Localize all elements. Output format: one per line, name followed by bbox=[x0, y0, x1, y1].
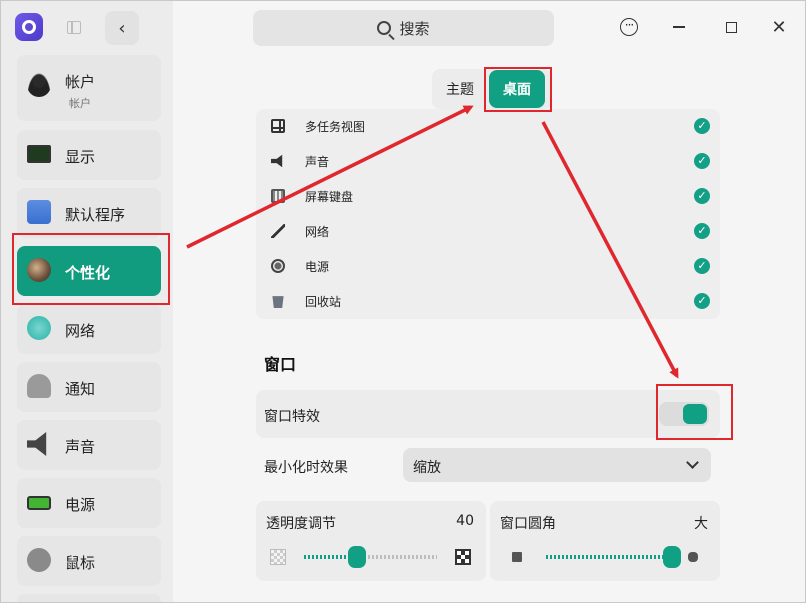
list-item-label: 屏幕键盘 bbox=[305, 190, 354, 204]
list-item-label: 声音 bbox=[305, 155, 330, 169]
list-item-label: 多任务视图 bbox=[305, 120, 366, 134]
list-item[interactable]: 声音 ✓ bbox=[256, 144, 720, 179]
list-item[interactable]: 回收站 ✓ bbox=[256, 284, 720, 319]
power-icon bbox=[271, 259, 285, 273]
check-icon[interactable]: ✓ bbox=[694, 153, 710, 169]
minimize-button[interactable] bbox=[667, 15, 691, 39]
sidebar-item-label: 显示 bbox=[65, 148, 96, 166]
search-bar[interactable]: 搜索 bbox=[253, 10, 554, 46]
sidebar-item-sound[interactable]: 声音 bbox=[17, 420, 161, 470]
section-title-window: 窗口 bbox=[264, 355, 297, 374]
trash-icon bbox=[272, 296, 284, 308]
round-corner-icon bbox=[688, 552, 698, 562]
sidebar-item-label: 声音 bbox=[65, 438, 96, 456]
minimize-effect-select[interactable]: 缩放 bbox=[403, 448, 711, 482]
tab-bar: 主题 桌面 bbox=[432, 69, 552, 109]
list-item[interactable]: 屏幕键盘 ✓ bbox=[256, 179, 720, 214]
sidebar-item-label: 网络 bbox=[65, 322, 96, 340]
opacity-slider-track[interactable] bbox=[304, 555, 437, 559]
sidebar-item-personalization[interactable]: 个性化 bbox=[17, 246, 161, 296]
speaker-icon bbox=[271, 154, 283, 168]
sidebar-item-default-apps[interactable]: 默认程序 bbox=[17, 188, 161, 238]
check-icon[interactable]: ✓ bbox=[694, 293, 710, 309]
sidebar-item-next[interactable] bbox=[17, 594, 161, 602]
settings-window: ‹ 帐户 帐户 显示 默认程序 个性化 网络 通知 声音 电源 鼠标 搜索 ··… bbox=[0, 0, 806, 603]
list-item-label: 回收站 bbox=[305, 295, 342, 309]
opaque-icon bbox=[455, 549, 471, 565]
monitor-icon bbox=[27, 145, 51, 163]
multitask-view-icon bbox=[271, 119, 285, 133]
sidebar-item-sublabel: 帐户 bbox=[69, 97, 91, 110]
check-icon[interactable]: ✓ bbox=[694, 118, 710, 134]
opacity-value: 40 bbox=[456, 513, 474, 529]
speaker-icon bbox=[27, 432, 47, 456]
sidebar-toggle-icon[interactable] bbox=[67, 21, 81, 34]
keyboard-icon bbox=[271, 189, 285, 203]
close-button[interactable]: ✕ bbox=[767, 15, 791, 39]
opacity-label: 透明度调节 bbox=[266, 516, 336, 532]
settings-logo-icon bbox=[15, 13, 43, 41]
default-apps-icon bbox=[27, 200, 51, 224]
sidebar-item-label: 默认程序 bbox=[65, 206, 126, 224]
sidebar-item-display[interactable]: 显示 bbox=[17, 130, 161, 180]
corner-radius-slider-thumb[interactable] bbox=[663, 546, 681, 568]
tab-desktop[interactable]: 桌面 bbox=[489, 70, 545, 108]
battery-icon bbox=[27, 496, 51, 510]
sidebar-item-account[interactable]: 帐户 帐户 bbox=[17, 55, 161, 121]
list-item[interactable]: 多任务视图 ✓ bbox=[256, 109, 720, 144]
maximize-button[interactable] bbox=[719, 15, 743, 39]
check-icon[interactable]: ✓ bbox=[694, 188, 710, 204]
corner-radius-slider-fill bbox=[546, 555, 672, 559]
window-effect-label: 窗口特效 bbox=[264, 409, 320, 425]
personalization-icon bbox=[27, 258, 51, 282]
window-effect-toggle[interactable] bbox=[659, 402, 709, 426]
sidebar-item-notifications[interactable]: 通知 bbox=[17, 362, 161, 412]
transparent-icon bbox=[270, 549, 286, 565]
toggle-knob bbox=[683, 404, 707, 424]
network-icon bbox=[27, 316, 51, 340]
maximize-icon bbox=[725, 21, 737, 33]
dock-plugin-list: 多任务视图 ✓ 声音 ✓ 屏幕键盘 ✓ 网络 ✓ 电源 ✓ 回收站 ✓ bbox=[256, 109, 720, 319]
corner-radius-label: 窗口圆角 bbox=[500, 516, 556, 532]
more-icon: ··· bbox=[620, 18, 638, 36]
sidebar-item-network[interactable]: 网络 bbox=[17, 304, 161, 354]
corner-radius-value: 大 bbox=[694, 516, 708, 532]
network-icon bbox=[271, 224, 285, 238]
corner-radius-slider-track[interactable] bbox=[546, 555, 672, 559]
check-icon[interactable]: ✓ bbox=[694, 258, 710, 274]
more-menu-button[interactable]: ··· bbox=[617, 15, 641, 39]
minimize-effect-label: 最小化时效果 bbox=[264, 460, 348, 476]
tab-theme[interactable]: 主题 bbox=[432, 69, 488, 109]
list-item[interactable]: 网络 ✓ bbox=[256, 214, 720, 249]
check-icon[interactable]: ✓ bbox=[694, 223, 710, 239]
opacity-slider-thumb[interactable] bbox=[348, 546, 367, 568]
sidebar-item-mouse[interactable]: 鼠标 bbox=[17, 536, 161, 586]
search-label: 搜索 bbox=[399, 19, 430, 38]
list-item[interactable]: 电源 ✓ bbox=[256, 249, 720, 284]
sidebar-item-label: 通知 bbox=[65, 380, 96, 398]
minimize-effect-row: 最小化时效果 缩放 bbox=[256, 441, 720, 487]
corner-radius-slider-card: 窗口圆角 大 bbox=[490, 501, 720, 581]
square-corner-icon bbox=[512, 552, 522, 562]
sidebar-item-label: 帐户 bbox=[65, 73, 96, 91]
close-icon: ✕ bbox=[771, 16, 787, 38]
sidebar: ‹ 帐户 帐户 显示 默认程序 个性化 网络 通知 声音 电源 鼠标 bbox=[1, 1, 173, 602]
window-effect-row: 窗口特效 bbox=[256, 390, 720, 438]
sidebar-item-power[interactable]: 电源 bbox=[17, 478, 161, 528]
search-icon bbox=[377, 21, 392, 35]
chevron-down-icon bbox=[686, 456, 699, 469]
sidebar-item-label: 电源 bbox=[65, 496, 96, 514]
select-value: 缩放 bbox=[413, 460, 441, 476]
minimize-icon bbox=[673, 26, 685, 28]
chevron-left-icon: ‹ bbox=[118, 17, 126, 39]
sidebar-item-label: 鼠标 bbox=[65, 554, 96, 572]
opacity-slider-card: 透明度调节 40 bbox=[256, 501, 486, 581]
list-item-label: 网络 bbox=[305, 225, 330, 239]
sidebar-item-label: 个性化 bbox=[65, 264, 111, 282]
user-avatar-icon bbox=[27, 73, 51, 97]
bell-icon bbox=[27, 374, 51, 398]
back-button[interactable]: ‹ bbox=[105, 11, 139, 45]
list-item-label: 电源 bbox=[305, 260, 330, 274]
mouse-icon bbox=[22, 543, 56, 577]
